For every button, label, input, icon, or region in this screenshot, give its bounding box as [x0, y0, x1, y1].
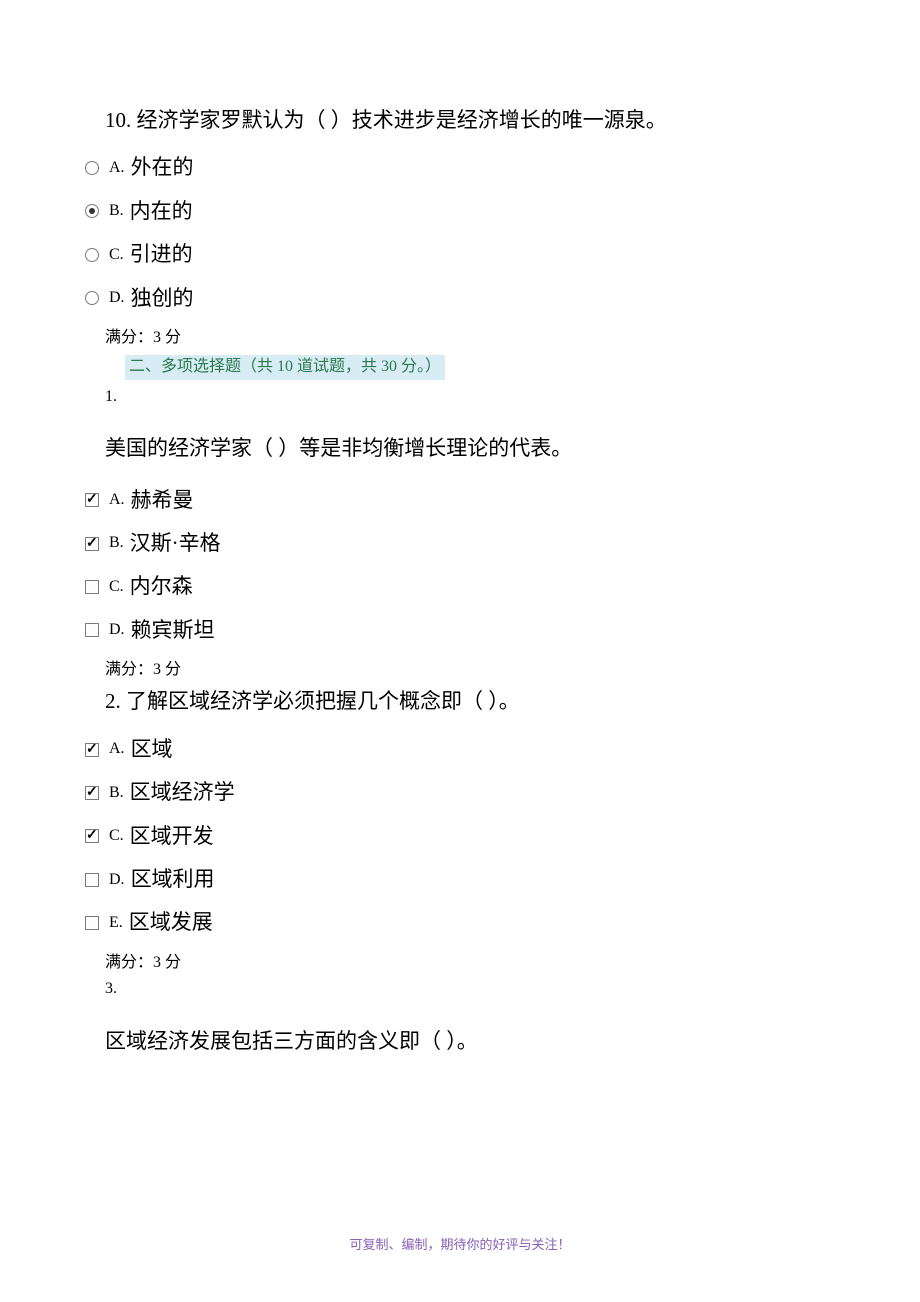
option-letter: A. — [109, 157, 125, 179]
option-letter: D. — [109, 869, 125, 891]
mq1-option-c[interactable]: C. 内尔森 — [85, 572, 835, 601]
q10-option-a[interactable]: A. 外在的 — [85, 153, 835, 182]
option-letter: B. — [109, 532, 124, 554]
mq1-option-b[interactable]: B. 汉斯·辛格 — [85, 529, 835, 558]
footer-note: 可复制、编制，期待你的好评与关注！ — [0, 1236, 920, 1254]
q10-score: 满分：3 分 — [105, 327, 835, 349]
option-text: 区域开发 — [130, 822, 214, 851]
option-letter: C. — [109, 825, 124, 847]
section-2-header: 二、多项选择题（共 10 道试题，共 30 分。） — [125, 355, 445, 379]
checkbox-icon — [85, 829, 99, 843]
q10-option-d[interactable]: D. 独创的 — [85, 284, 835, 313]
mq2-option-b[interactable]: B. 区域经济学 — [85, 778, 835, 807]
option-text: 区域发展 — [129, 908, 213, 937]
option-letter: B. — [109, 782, 124, 804]
option-text: 独创的 — [131, 284, 194, 313]
option-text: 内尔森 — [130, 572, 193, 601]
checkbox-icon — [85, 916, 99, 930]
checkbox-icon — [85, 786, 99, 800]
option-text: 内在的 — [130, 197, 193, 226]
radio-icon — [85, 248, 99, 262]
option-letter: A. — [109, 489, 125, 511]
option-letter: C. — [109, 244, 124, 266]
checkbox-icon — [85, 873, 99, 887]
option-text: 赖宾斯坦 — [131, 616, 215, 645]
mq2-option-e[interactable]: E. 区域发展 — [85, 908, 835, 937]
option-letter: B. — [109, 200, 124, 222]
checkbox-icon — [85, 493, 99, 507]
option-letter: A. — [109, 738, 125, 760]
mq3-number: 3. — [105, 978, 835, 1000]
q10-option-b[interactable]: B. 内在的 — [85, 197, 835, 226]
option-text: 区域利用 — [131, 865, 215, 894]
option-letter: D. — [109, 619, 125, 641]
mq1-text: 美国的经济学家（ ）等是非均衡增长理论的代表。 — [105, 434, 835, 463]
radio-icon — [85, 161, 99, 175]
mq1-option-a[interactable]: A. 赫希曼 — [85, 486, 835, 515]
option-letter: D. — [109, 287, 125, 309]
mq3-text: 区域经济发展包括三方面的含义即（ ）。 — [105, 1027, 835, 1056]
q10-option-c[interactable]: C. 引进的 — [85, 240, 835, 269]
mq1-option-d[interactable]: D. 赖宾斯坦 — [85, 616, 835, 645]
checkbox-icon — [85, 537, 99, 551]
option-letter: C. — [109, 576, 124, 598]
option-text: 区域 — [131, 735, 173, 764]
option-text: 汉斯·辛格 — [130, 529, 221, 558]
radio-icon — [85, 204, 99, 218]
option-letter: E. — [109, 912, 123, 934]
radio-icon — [85, 291, 99, 305]
checkbox-icon — [85, 623, 99, 637]
mq1-number: 1. — [105, 386, 835, 408]
mq2-option-a[interactable]: A. 区域 — [85, 735, 835, 764]
option-text: 引进的 — [130, 240, 193, 269]
mq2-text: 2. 了解区域经济学必须把握几个概念即（ ）。 — [105, 687, 835, 716]
option-text: 区域经济学 — [130, 778, 235, 807]
mq2-score: 满分：3 分 — [105, 952, 835, 974]
checkbox-icon — [85, 580, 99, 594]
checkbox-icon — [85, 743, 99, 757]
mq2-option-d[interactable]: D. 区域利用 — [85, 865, 835, 894]
option-text: 赫希曼 — [131, 486, 194, 515]
mq1-score: 满分：3 分 — [105, 659, 835, 681]
option-text: 外在的 — [131, 153, 194, 182]
question-10-text: 10. 经济学家罗默认为（ ）技术进步是经济增长的唯一源泉。 — [105, 106, 835, 135]
mq2-option-c[interactable]: C. 区域开发 — [85, 822, 835, 851]
